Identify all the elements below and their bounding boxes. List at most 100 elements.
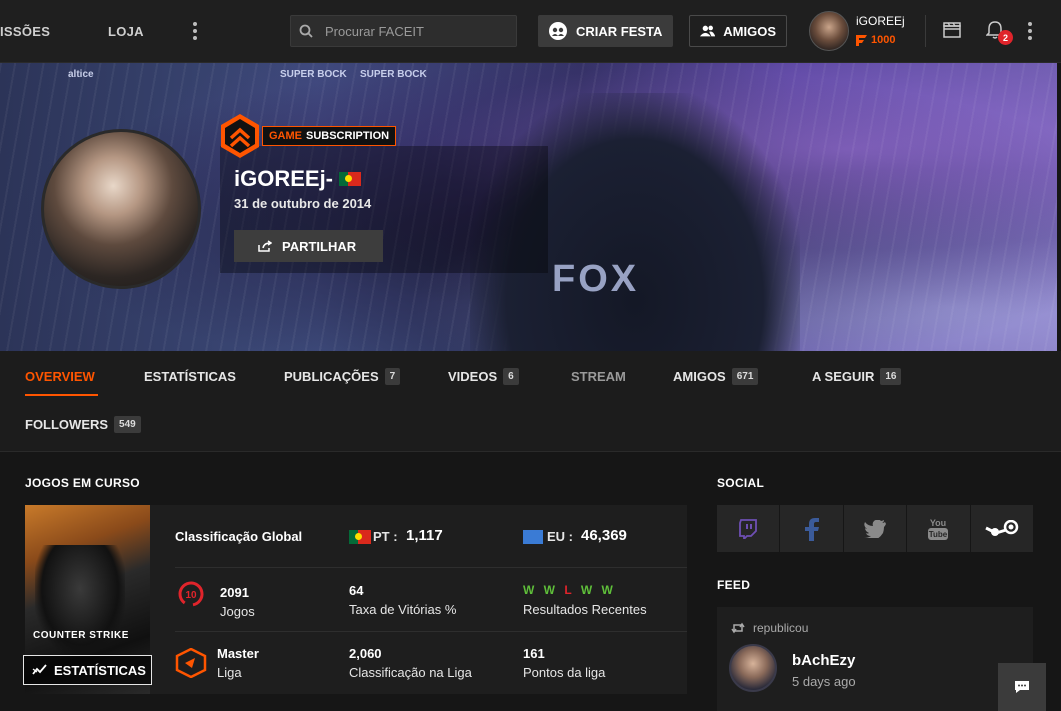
league-points-label: Pontos da liga [523,665,606,680]
region-rank-label: EU : [547,529,573,544]
facebook-link[interactable] [780,505,843,552]
tab-label: OVERVIEW [25,368,95,384]
portugal-flag-icon [349,530,371,544]
twitter-icon [864,519,887,538]
svg-text:Tube: Tube [929,530,948,539]
repost-icon [731,622,745,634]
league-rank-value: 2,060 [349,646,382,661]
search-input[interactable] [325,23,505,39]
result-loss: L [564,583,575,597]
create-party-button[interactable]: CRIAR FESTA [538,15,673,47]
twitter-link[interactable] [843,505,907,552]
repost-label: republicou [753,621,809,635]
tab-count-badge: 6 [503,367,519,385]
tab-label: A SEGUIR [812,368,875,384]
matches-label: Jogos [220,604,255,619]
steam-icon [985,519,1019,536]
tab-label: AMIGOS [673,368,726,384]
faceit-points: 1000 [856,34,895,46]
party-icon [549,22,567,40]
divider [925,15,926,47]
game-subscription-badge: GAME SUBSCRIPTION [262,126,397,146]
svg-text:You: You [930,518,946,528]
skill-level-icon: 10 [178,581,204,607]
user-more-menu-icon[interactable] [1028,22,1032,40]
tab-label: STREAM [571,368,626,384]
portugal-flag-icon [339,172,362,186]
banner-ad-text: SUPER BOCK [360,69,427,80]
result-win: W [580,583,596,597]
feed-timestamp: 5 days ago [792,674,856,689]
member-since-date: 31 de outubro de 2014 [234,196,372,211]
chat-icon [1015,681,1029,693]
steam-link[interactable] [970,505,1034,552]
share-button[interactable]: PARTILHAR [234,230,383,262]
social-heading: SOCIAL [717,476,765,490]
chart-line-icon [32,664,47,675]
friends-button[interactable]: AMIGOS [689,15,787,47]
more-menu-icon[interactable] [193,22,197,40]
tab-count-badge: 7 [384,367,401,385]
profile-avatar [41,129,201,289]
twitch-link[interactable] [717,505,780,552]
subscription-label: SUBSCRIPTION [306,130,390,142]
repost-indicator: republicou [731,621,808,635]
league-value: Master [217,646,259,661]
youtube-link[interactable]: You Tube [907,505,970,552]
tab-videos[interactable]: VIDEOS 6 [448,366,519,386]
tab-stream[interactable]: STREAM [571,366,626,386]
game-cover-title: COUNTER STRIKE [33,630,129,641]
search-box[interactable] [290,15,517,47]
tab-label: ESTATÍSTICAS [144,368,236,384]
tab-overview[interactable]: OVERVIEW [25,366,95,386]
game-stats-label: ESTATÍSTICAS [54,662,146,678]
points-value: 1000 [871,34,896,46]
faceit-points-icon [856,34,867,46]
facebook-icon [804,517,819,541]
friends-label: AMIGOS [723,23,776,39]
profile-tabs: OVERVIEW ESTATÍSTICAS PUBLICAÇÕES 7 VIDEO… [0,351,1061,452]
tab-label: VIDEOS [448,368,498,384]
nav-link-missions[interactable]: ISSÕES [0,24,50,39]
social-links: You Tube [717,505,1034,552]
profile-name-row: iGOREEj- [234,166,362,192]
page-title: iGOREEj- [234,166,334,191]
tab-count-badge: 549 [114,415,141,433]
banner-ad-text: SUPER BOCK [280,69,347,80]
game-subscription-icon [221,114,259,158]
result-win: W [523,583,538,597]
youtube-icon: You Tube [928,518,949,540]
league-rank-label: Classificação na Liga [349,665,472,680]
subscription-prefix: GAME [269,130,302,142]
banner-jersey-text: FOX [552,258,640,300]
league-icon [175,648,207,678]
matches-value: 2091 [220,585,249,600]
region-rank-value: 46,369 [581,527,627,544]
profile-banner: altice SUPER BOCK SUPER BOCK FOX GAME SU… [0,63,1057,351]
tab-following[interactable]: A SEGUIR 16 [812,366,902,386]
tab-label: FOLLOWERS [25,416,109,432]
win-rate-label: Taxa de Vitórias % [349,602,457,617]
friends-icon [700,25,716,37]
active-tab-indicator [25,394,98,396]
avatar[interactable] [729,644,777,692]
share-label: PARTILHAR [282,238,357,254]
divider [175,631,687,632]
skill-level-value: 10 [185,590,197,601]
share-icon [258,240,272,252]
tab-statistics[interactable]: ESTATÍSTICAS [144,366,236,386]
tab-posts[interactable]: PUBLICAÇÕES 7 [284,366,401,386]
chat-button[interactable] [998,663,1046,711]
league-points-value: 161 [523,646,545,661]
nav-link-shop[interactable]: LOJA [108,24,144,39]
tab-count-badge: 671 [731,367,759,385]
game-stats-button[interactable]: ESTATÍSTICAS [23,655,152,685]
global-rank-label: Classificação Global [175,529,303,544]
clapperboard-icon[interactable] [943,22,961,38]
tab-label: PUBLICAÇÕES [284,368,379,384]
tab-followers[interactable]: FOLLOWERS 549 [25,414,141,434]
user-menu[interactable]: iGOREEj 1000 [806,8,924,54]
current-games-heading: JOGOS EM CURSO [25,476,140,490]
feed-author-link[interactable]: bAchEzy [792,652,855,669]
tab-friends[interactable]: AMIGOS 671 [673,366,759,386]
